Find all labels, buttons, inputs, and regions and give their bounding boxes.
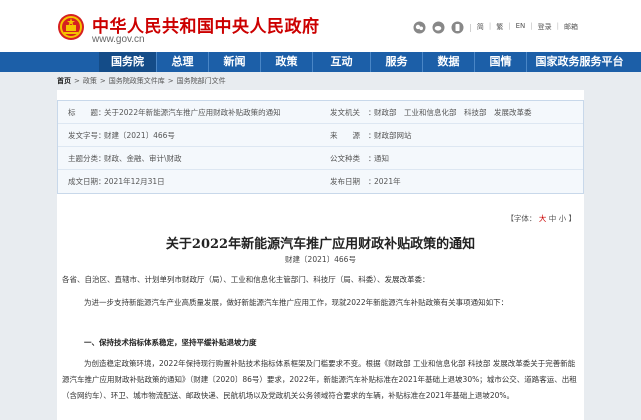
nav-item-interaction[interactable]: 互动 bbox=[313, 52, 371, 72]
addressee-paragraph: 各省、自治区、直辖市、计划单列市财政厅（局）、工业和信息化主管部门、科技厅（局、… bbox=[62, 275, 430, 284]
nav-item-national-info[interactable]: 国情 bbox=[475, 52, 527, 72]
nav-item-gov-service-platform[interactable]: 国家政务服务平台 bbox=[527, 52, 632, 72]
meta-label-doc-number: 发文字号 bbox=[68, 130, 98, 140]
font-size-switcher: 【字体： 大 中 小 】 bbox=[506, 213, 576, 224]
nav-item-premier[interactable]: 总理 bbox=[157, 52, 209, 72]
meta-value-doc-number: 财建〔2021〕466号 bbox=[104, 130, 175, 140]
meta-label-title: 标 题 bbox=[68, 107, 98, 117]
meta-label-doc-type: 公文种类 bbox=[330, 153, 360, 163]
main-nav: 国务院 总理 新闻 政策 互动 服务 数据 国情 国家政务服务平台 bbox=[0, 52, 641, 72]
nav-item-state-council[interactable]: 国务院 bbox=[99, 52, 157, 72]
nav-item-data[interactable]: 数据 bbox=[423, 52, 475, 72]
meta-value-publish-date: 2021年 bbox=[374, 177, 401, 186]
meta-label-written-date: 成文日期 bbox=[68, 177, 98, 186]
meta-label-category: 主题分类 bbox=[68, 153, 98, 163]
meta-value-title: 关于2022年新能源汽车推广应用财政补贴政策的通知 bbox=[104, 107, 281, 117]
font-size-medium[interactable]: 中 bbox=[549, 214, 557, 223]
top-links: 简 | 繁 | EN | 登录 | 邮箱 bbox=[477, 22, 578, 32]
divider: | bbox=[530, 22, 533, 30]
site-url: www.gov.cn bbox=[92, 34, 145, 45]
wechat-icon[interactable] bbox=[412, 20, 426, 34]
document-metadata-table: 标 题 ： 关于2022年新能源汽车推广应用财政补贴政策的通知 发文机关 ： 财… bbox=[57, 100, 584, 194]
meta-value-issuer: 财政部 工业和信息化部 科技部 发展改革委 bbox=[374, 107, 532, 117]
site-header: 中华人民共和国中央人民政府 www.gov.cn | 简 | 繁 | EN | … bbox=[0, 0, 641, 52]
meta-label-publish-date: 发布日期 bbox=[330, 177, 360, 186]
breadcrumb-separator: > bbox=[167, 77, 174, 85]
meta-label-source: 来 源 bbox=[330, 130, 360, 140]
link-login[interactable]: 登录 bbox=[538, 22, 552, 32]
meta-row: 成文日期 ： 2021年12月31日 发布日期 ： 2021年 bbox=[58, 170, 583, 193]
national-emblem-icon[interactable] bbox=[57, 13, 85, 41]
app-icon[interactable] bbox=[450, 20, 464, 34]
breadcrumb-separator: > bbox=[74, 77, 80, 85]
nav-item-policy[interactable]: 政策 bbox=[261, 52, 313, 72]
document-number: 财建〔2021〕466号 bbox=[285, 255, 356, 264]
font-size-end: 】 bbox=[568, 214, 577, 223]
meta-value-source: 财政部网站 bbox=[374, 130, 412, 140]
divider: | bbox=[508, 22, 511, 30]
top-toolbar: | 简 | 繁 | EN | 登录 | 邮箱 bbox=[412, 20, 578, 34]
meta-row: 主题分类 ： 财政、金融、审计\财政 公文种类 ： 通知 bbox=[58, 147, 583, 170]
link-english[interactable]: EN bbox=[516, 22, 526, 32]
meta-row: 发文字号 ： 财建〔2021〕466号 来 源 ： 财政部网站 bbox=[58, 124, 583, 147]
meta-value-written-date: 2021年12月31日 bbox=[104, 177, 165, 186]
document-title: 关于2022年新能源汽车推广应用财政补贴政策的通知 bbox=[165, 237, 476, 252]
nav-item-news[interactable]: 新闻 bbox=[209, 52, 261, 72]
font-size-label: 【字体： bbox=[506, 214, 537, 223]
section-heading: 一、保持技术指标体系稳定，坚持平缓补贴退坡力度 bbox=[84, 338, 257, 347]
breadcrumb-item-policy[interactable]: 政策 bbox=[83, 76, 97, 86]
font-size-large[interactable]: 大 bbox=[539, 214, 547, 223]
breadcrumb: 首页 > 政策 > 国务院政策文件库 > 国务院部门文件 bbox=[57, 76, 226, 86]
meta-value-category: 财政、金融、审计\财政 bbox=[104, 153, 182, 163]
breadcrumb-item-policy-library[interactable]: 国务院政策文件库 bbox=[109, 76, 165, 86]
breadcrumb-home[interactable]: 首页 bbox=[57, 76, 71, 86]
body-paragraph: 为创造稳定政策环境，2022年保持现行购置补贴技术指标体系框架及门槛要求不变。根… bbox=[62, 359, 577, 400]
link-simplified[interactable]: 简 bbox=[477, 22, 484, 32]
breadcrumb-separator: > bbox=[99, 77, 106, 85]
font-size-small[interactable]: 小 bbox=[559, 214, 567, 223]
meta-label-issuer: 发文机关 bbox=[330, 107, 360, 117]
weibo-icon[interactable] bbox=[431, 20, 445, 34]
link-mailbox[interactable]: 邮箱 bbox=[564, 22, 578, 32]
link-traditional[interactable]: 繁 bbox=[496, 22, 503, 32]
meta-row: 标 题 ： 关于2022年新能源汽车推广应用财政补贴政策的通知 发文机关 ： 财… bbox=[58, 101, 583, 124]
article-container: 标 题 ： 关于2022年新能源汽车推广应用财政补贴政策的通知 发文机关 ： 财… bbox=[57, 90, 584, 420]
meta-value-doc-type: 通知 bbox=[374, 153, 389, 163]
breadcrumb-item-department-docs[interactable]: 国务院部门文件 bbox=[177, 76, 226, 86]
intro-paragraph: 为进一步支持新能源汽车产业高质量发展，做好新能源汽车推广应用工作，现就2022年… bbox=[84, 298, 509, 307]
divider: | bbox=[469, 22, 472, 32]
divider: | bbox=[488, 22, 492, 30]
divider: | bbox=[556, 22, 559, 30]
nav-item-services[interactable]: 服务 bbox=[371, 52, 423, 72]
